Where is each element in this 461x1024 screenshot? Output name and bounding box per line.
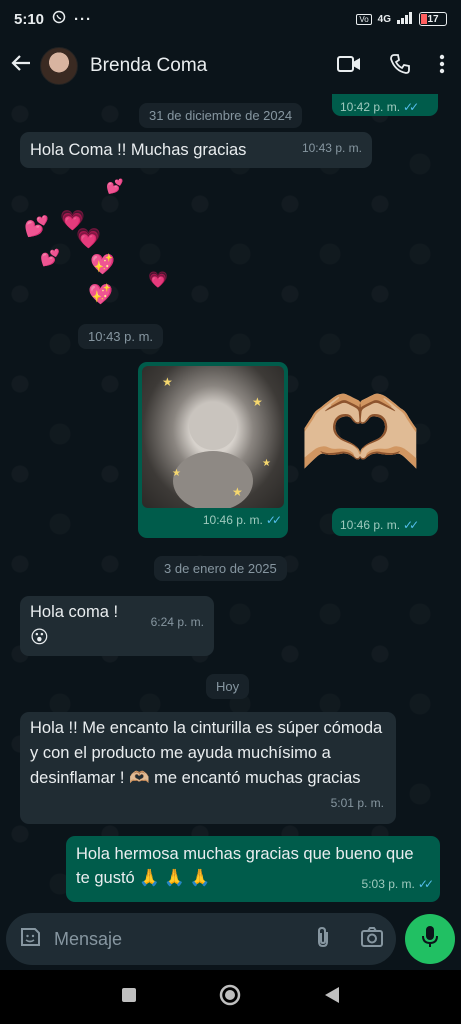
volte-icon: Vo (356, 13, 372, 25)
heart-hands-sticker[interactable]: 🫶🏼 (298, 379, 423, 489)
message-time: 6:24 p. m. (150, 615, 204, 629)
read-ticks-icon: ✓✓ (403, 100, 419, 114)
status-bar: 5:10 ··· Vo 4G 17 (0, 0, 461, 38)
message-text: Hola !! Me encanto la cinturilla es súpe… (30, 719, 383, 787)
phone-call-icon[interactable] (389, 53, 411, 80)
home-icon[interactable] (218, 983, 242, 1012)
svg-text:★: ★ (172, 468, 181, 479)
hearts-sticker[interactable]: 💕 💕 💗 💗 💕 💖 💖 💗 (20, 178, 170, 308)
contact-avatar[interactable] (40, 47, 78, 85)
attach-icon[interactable] (314, 925, 332, 954)
photo-image[interactable]: ★ ★ ★ ★ ★ (142, 366, 284, 508)
whatsapp-notification-icon (52, 10, 66, 28)
chat-area[interactable]: 10:42 p. m. ✓✓ 31 de diciembre de 2024 Ho… (0, 94, 461, 912)
message-time: 5:01 p. m. (330, 796, 384, 810)
read-ticks-icon: ✓✓ (265, 513, 282, 527)
microphone-button[interactable] (405, 914, 455, 964)
date-separator: 3 de enero de 2025 (154, 556, 287, 581)
status-time: 5:10 (14, 10, 45, 28)
video-call-icon[interactable] (337, 55, 361, 78)
back-nav-icon[interactable] (323, 985, 341, 1010)
message-time-pill: 10:46 p. m. ✓✓ (332, 508, 438, 536)
input-bar: Mensaje (0, 912, 461, 970)
message-photo[interactable]: ★ ★ ★ ★ ★ 10:46 p. m. ✓✓ (138, 362, 288, 538)
svg-text:★: ★ (262, 458, 271, 469)
message-time: 10:43 p. m. (301, 141, 362, 155)
system-nav-bar (0, 970, 461, 1024)
contact-name[interactable]: Brenda Coma (90, 55, 207, 77)
message-incoming[interactable]: Hola !! Me encanto la cinturilla es súpe… (20, 712, 396, 824)
message-text: Hola coma ! (30, 603, 119, 621)
sticker-time: 10:43 p. m. (78, 324, 164, 349)
date-separator: 31 de diciembre de 2024 (139, 103, 303, 128)
message-input[interactable]: Mensaje (6, 913, 396, 965)
message-text: Hola Coma !! Muchas gracias (30, 141, 247, 159)
svg-text:★: ★ (232, 485, 243, 499)
recent-apps-icon[interactable] (120, 986, 138, 1009)
message-placeholder: Mensaje (54, 928, 123, 949)
more-notifications-icon: ··· (74, 10, 93, 28)
camera-icon[interactable] (360, 926, 384, 953)
message-outgoing[interactable]: Hola hermosa muchas gracias que bueno qu… (66, 836, 440, 902)
svg-text:★: ★ (162, 375, 173, 389)
read-ticks-icon: ✓✓ (417, 877, 434, 891)
sticker-icon[interactable] (18, 925, 42, 954)
chat-header: Brenda Coma (0, 38, 461, 94)
message-incoming[interactable]: Hola coma ! 6:24 p. m. 😮 (20, 596, 214, 656)
back-arrow-icon[interactable] (10, 52, 34, 81)
read-ticks-icon: ✓✓ (403, 518, 419, 532)
microphone-icon (421, 925, 439, 954)
message-time: 10:46 p. m. (202, 513, 263, 527)
message-incoming[interactable]: Hola Coma !! Muchas gracias 10:43 p. m. (20, 132, 372, 168)
message-outgoing-partial[interactable]: 10:42 p. m. ✓✓ (332, 94, 438, 116)
date-separator: Hoy (206, 674, 250, 699)
battery-icon: 17 (419, 12, 447, 26)
more-options-icon[interactable] (439, 54, 445, 79)
svg-text:★: ★ (252, 395, 263, 409)
message-time: 5:03 p. m. (361, 877, 415, 891)
network-label: 4G (377, 13, 391, 25)
signal-icon (397, 11, 413, 27)
